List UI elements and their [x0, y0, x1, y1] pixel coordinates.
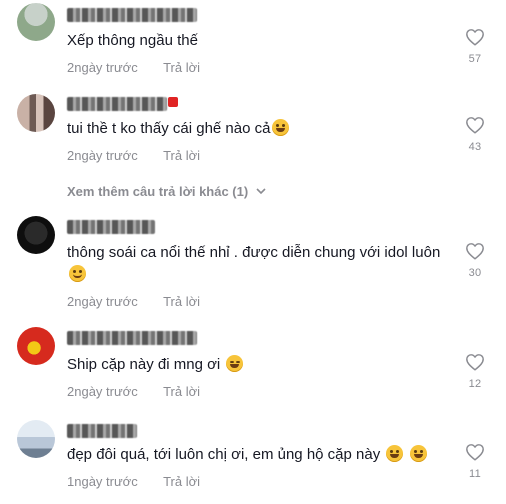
comment-time: 2ngày trước [67, 60, 138, 75]
like-count: 11 [468, 468, 482, 480]
like-button[interactable]: 12 [462, 353, 488, 390]
username-redacted[interactable] [67, 8, 197, 22]
username-redacted[interactable] [67, 97, 167, 111]
like-count: 30 [468, 267, 482, 279]
like-button[interactable]: 30 [462, 242, 488, 279]
grinning-squint-emoji-icon [386, 445, 404, 462]
like-button[interactable]: 43 [462, 116, 488, 153]
comment-text-content: thông soái ca nổi thế nhỉ . được diễn ch… [67, 244, 441, 261]
reply-button[interactable]: Trả lời [163, 384, 200, 399]
comment-text: đẹp đôi quá, tới luôn chị ơi, em ủng hộ … [67, 444, 447, 466]
username-redacted[interactable] [67, 220, 155, 234]
like-count: 12 [468, 378, 482, 390]
username-redacted[interactable] [67, 331, 197, 345]
avatar[interactable] [17, 3, 55, 41]
flag-icon [168, 97, 178, 107]
comment-text-content: Ship cặp này đi mng ơi [67, 356, 221, 373]
view-more-replies-label: Xem thêm câu trả lời khác (1) [67, 184, 249, 199]
username-redacted[interactable] [67, 424, 137, 438]
comment-text: tui thề t ko thấy cái ghế nào cả [67, 118, 447, 140]
comment-text: Ship cặp này đi mng ơi [67, 354, 447, 376]
comment-time: 2ngày trước [67, 294, 138, 309]
like-button[interactable]: 57 [462, 28, 488, 65]
comment-text: Xếp thông ngầu thế [67, 30, 447, 52]
squinting-face-emoji-icon [226, 355, 244, 372]
comment-meta: 1ngày trước Trả lời [67, 474, 200, 489]
reply-button[interactable]: Trả lời [163, 474, 200, 489]
heart-outline-icon[interactable] [465, 353, 485, 371]
chevron-down-icon [256, 188, 266, 195]
comment-time: 1ngày trước [67, 474, 138, 489]
reply-button[interactable]: Trả lời [163, 60, 200, 75]
avatar[interactable] [17, 216, 55, 254]
reply-button[interactable]: Trả lời [163, 294, 200, 309]
grinning-squint-emoji-icon [272, 119, 290, 136]
avatar[interactable] [17, 420, 55, 458]
comment-text: thông soái ca nổi thế nhỉ . được diễn ch… [67, 242, 447, 286]
smiling-face-emoji-icon [69, 265, 86, 282]
comment-text-content: đẹp đôi quá, tới luôn chị ơi, em ủng hộ … [67, 446, 381, 463]
comment-meta: 2ngày trước Trả lời [67, 294, 200, 309]
view-more-replies-button[interactable]: Xem thêm câu trả lời khác (1) [67, 184, 266, 199]
heart-outline-icon[interactable] [465, 443, 485, 461]
heart-outline-icon[interactable] [465, 28, 485, 46]
comment-text-content: tui thề t ko thấy cái ghế nào cả [67, 120, 271, 137]
like-count: 57 [468, 53, 482, 65]
heart-outline-icon[interactable] [465, 242, 485, 260]
comment-meta: 2ngày trước Trả lời [67, 148, 200, 163]
comment-time: 2ngày trước [67, 148, 138, 163]
grinning-squint-emoji-icon [409, 445, 427, 462]
avatar[interactable] [17, 94, 55, 132]
comment-time: 2ngày trước [67, 384, 138, 399]
heart-outline-icon[interactable] [465, 116, 485, 134]
comment-meta: 2ngày trước Trả lời [67, 384, 200, 399]
like-count: 43 [468, 141, 482, 153]
avatar[interactable] [17, 327, 55, 365]
comment-text-content: Xếp thông ngầu thế [67, 32, 198, 49]
comment-meta: 2ngày trước Trả lời [67, 60, 200, 75]
reply-button[interactable]: Trả lời [163, 148, 200, 163]
like-button[interactable]: 11 [462, 443, 488, 480]
